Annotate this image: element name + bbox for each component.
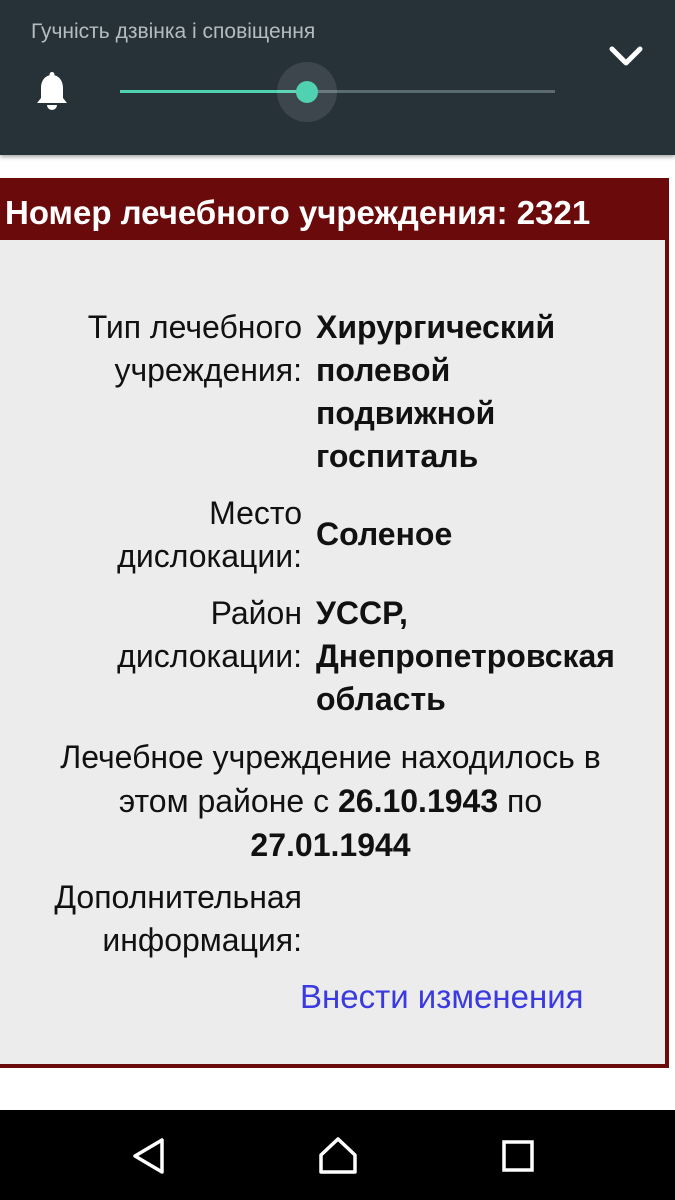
district-label: Район дислокации: (117, 595, 302, 674)
volume-slider-track[interactable] (120, 90, 555, 93)
chevron-down-icon[interactable] (608, 44, 644, 68)
facility-number-title: Номер лечебного учреждения: 2321 (5, 194, 591, 231)
district-value: УССР, Днепропетровская область (316, 595, 615, 717)
recents-icon[interactable] (496, 1134, 540, 1178)
navigation-bar (0, 1110, 675, 1200)
facility-type-value: Хирургический полевой подвижной госпитал… (316, 309, 556, 474)
date-to: 27.01.1944 (250, 827, 411, 863)
home-icon[interactable] (316, 1134, 360, 1178)
volume-panel: Гучність дзвінка і сповіщення (0, 0, 675, 155)
location-label: Место дислокации: (117, 495, 302, 574)
volume-slider-thumb[interactable] (296, 81, 319, 103)
location-value: Соленое (316, 516, 453, 552)
bell-icon[interactable] (34, 72, 70, 112)
back-icon[interactable] (128, 1134, 172, 1178)
additional-info-label: Дополнительная информация: (54, 879, 302, 958)
card-header: Номер лечебного учреждения: 2321 (0, 182, 665, 240)
volume-title: Гучність дзвінка і сповіщення (31, 20, 316, 43)
facility-type-label: Тип лечебного учреждения: (87, 309, 302, 388)
edit-link[interactable]: Внести изменения (300, 978, 584, 1016)
date-from: 26.10.1943 (337, 783, 499, 819)
facility-card: Номер лечебного учреждения: 2321 Тип леч… (0, 178, 669, 1068)
period-text: Лечебное учреждение находилось в этом ра… (60, 739, 601, 863)
